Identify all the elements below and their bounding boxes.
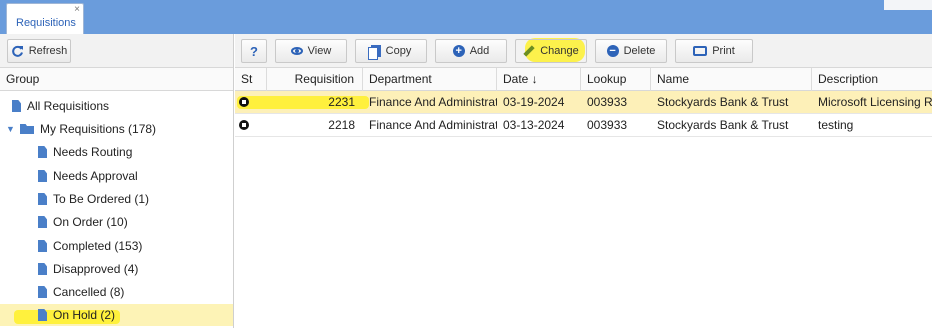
refresh-label: Refresh xyxy=(28,45,68,57)
print-label: Print xyxy=(712,45,735,57)
add-button[interactable]: + Add xyxy=(435,39,507,63)
column-header-lookup[interactable]: Lookup xyxy=(581,68,651,91)
grid-header: St Requisition Department Date ↓ Lookup … xyxy=(235,68,932,91)
plus-circle-icon: + xyxy=(452,45,465,57)
document-icon xyxy=(38,286,47,298)
refresh-icon xyxy=(11,45,23,57)
grid-toolbar: ? View Copy + Add Change − Delete Print xyxy=(235,34,932,68)
column-header-status[interactable]: St xyxy=(235,68,267,91)
tree-item-label: Needs Routing xyxy=(53,145,133,159)
help-label: ? xyxy=(250,43,258,59)
tree-item-label: On Hold (2) xyxy=(53,308,116,322)
left-toolbar: Refresh xyxy=(0,34,233,68)
on-hold-status-icon xyxy=(239,97,249,107)
table-row[interactable]: 2218 Finance And Administration 03-13-20… xyxy=(235,114,932,137)
requisitions-grid-panel: ? View Copy + Add Change − Delete Print … xyxy=(235,34,932,328)
on-hold-status-icon xyxy=(239,120,249,130)
help-button[interactable]: ? xyxy=(241,39,267,63)
tree-item-label: On Order (10) xyxy=(53,215,128,229)
change-label: Change xyxy=(540,45,579,57)
add-label: Add xyxy=(469,45,490,57)
column-header-date[interactable]: Date ↓ xyxy=(497,68,581,91)
tree-item-label: All Requisitions xyxy=(27,99,110,113)
change-button[interactable]: Change xyxy=(515,39,587,63)
cell-description: Microsoft Licensing Renewal xyxy=(818,95,932,109)
tree-item-to-be-ordered[interactable]: To Be Ordered (1) xyxy=(38,188,149,210)
cell-description: testing xyxy=(818,118,854,132)
view-button[interactable]: View xyxy=(275,39,347,63)
expand-caret-icon[interactable]: ▼ xyxy=(6,118,15,140)
column-header-requisition[interactable]: Requisition xyxy=(267,68,363,91)
tree-item-completed[interactable]: Completed (153) xyxy=(38,235,142,257)
tree-item-on-hold[interactable]: On Hold (2) xyxy=(38,304,115,326)
refresh-button[interactable]: Refresh xyxy=(7,39,71,63)
document-icon xyxy=(38,170,47,182)
cell-name: Stockyards Bank & Trust xyxy=(657,95,789,109)
cell-department: Finance And Administration xyxy=(369,95,497,109)
document-icon xyxy=(38,146,47,158)
tree-item-label: Cancelled (8) xyxy=(53,285,125,299)
top-tab-bar: Requisitions × xyxy=(0,0,932,34)
group-panel: Refresh Group All Requisitions ▼ My Requ… xyxy=(0,34,234,328)
tree-item-label: To Be Ordered (1) xyxy=(53,192,150,206)
delete-button[interactable]: − Delete xyxy=(595,39,667,63)
tree-item-needs-approval[interactable]: Needs Approval xyxy=(38,165,138,187)
tab-requisitions[interactable]: Requisitions × xyxy=(6,3,84,34)
printer-icon xyxy=(693,46,708,56)
tree-item-needs-routing[interactable]: Needs Routing xyxy=(38,141,132,163)
cell-lookup: 003933 xyxy=(587,118,628,132)
cell-date: 03-13-2024 xyxy=(503,118,565,132)
column-header-name[interactable]: Name xyxy=(651,68,812,91)
column-header-department[interactable]: Department xyxy=(363,68,497,91)
group-column-header: Group xyxy=(0,68,233,91)
close-icon[interactable]: × xyxy=(74,5,80,15)
copy-label: Copy xyxy=(385,45,412,57)
tab-label: Requisitions xyxy=(16,17,76,29)
pencil-icon xyxy=(523,45,535,57)
copy-button[interactable]: Copy xyxy=(355,39,427,63)
folder-icon xyxy=(20,124,34,134)
document-icon xyxy=(12,100,21,112)
cell-name: Stockyards Bank & Trust xyxy=(657,118,789,132)
cell-date: 03-19-2024 xyxy=(503,95,565,109)
tree-item-all-requisitions[interactable]: All Requisitions xyxy=(12,95,109,117)
cell-department: Finance And Administration xyxy=(369,118,497,132)
tree-item-label: Completed (153) xyxy=(53,239,143,253)
minus-circle-icon: − xyxy=(606,45,619,57)
document-icon xyxy=(38,309,47,321)
tree-item-label: Disapproved (4) xyxy=(53,262,139,276)
delete-label: Delete xyxy=(623,45,656,57)
cell-requisition: 2218 xyxy=(328,118,355,132)
cell-requisition: 2231 xyxy=(328,95,355,109)
tree-item-cancelled[interactable]: Cancelled (8) xyxy=(38,281,124,303)
tree-item-on-order[interactable]: On Order (10) xyxy=(38,211,128,233)
document-icon xyxy=(38,240,47,252)
document-icon xyxy=(38,216,47,228)
tree-item-label: Needs Approval xyxy=(53,169,138,183)
copy-icon xyxy=(367,45,381,60)
document-icon xyxy=(38,193,47,205)
table-row[interactable]: 2231 Finance And Administration 03-19-20… xyxy=(235,91,932,114)
topbar-corner xyxy=(884,0,932,10)
eye-icon xyxy=(290,47,303,55)
view-label: View xyxy=(307,45,332,57)
print-button[interactable]: Print xyxy=(675,39,753,63)
document-icon xyxy=(38,263,47,275)
tree-item-disapproved[interactable]: Disapproved (4) xyxy=(38,258,138,280)
cell-lookup: 003933 xyxy=(587,95,628,109)
tree-item-my-requisitions[interactable]: ▼ My Requisitions (178) xyxy=(6,118,156,140)
tree-item-label: My Requisitions (178) xyxy=(40,122,157,136)
column-header-description[interactable]: Description xyxy=(812,68,932,91)
